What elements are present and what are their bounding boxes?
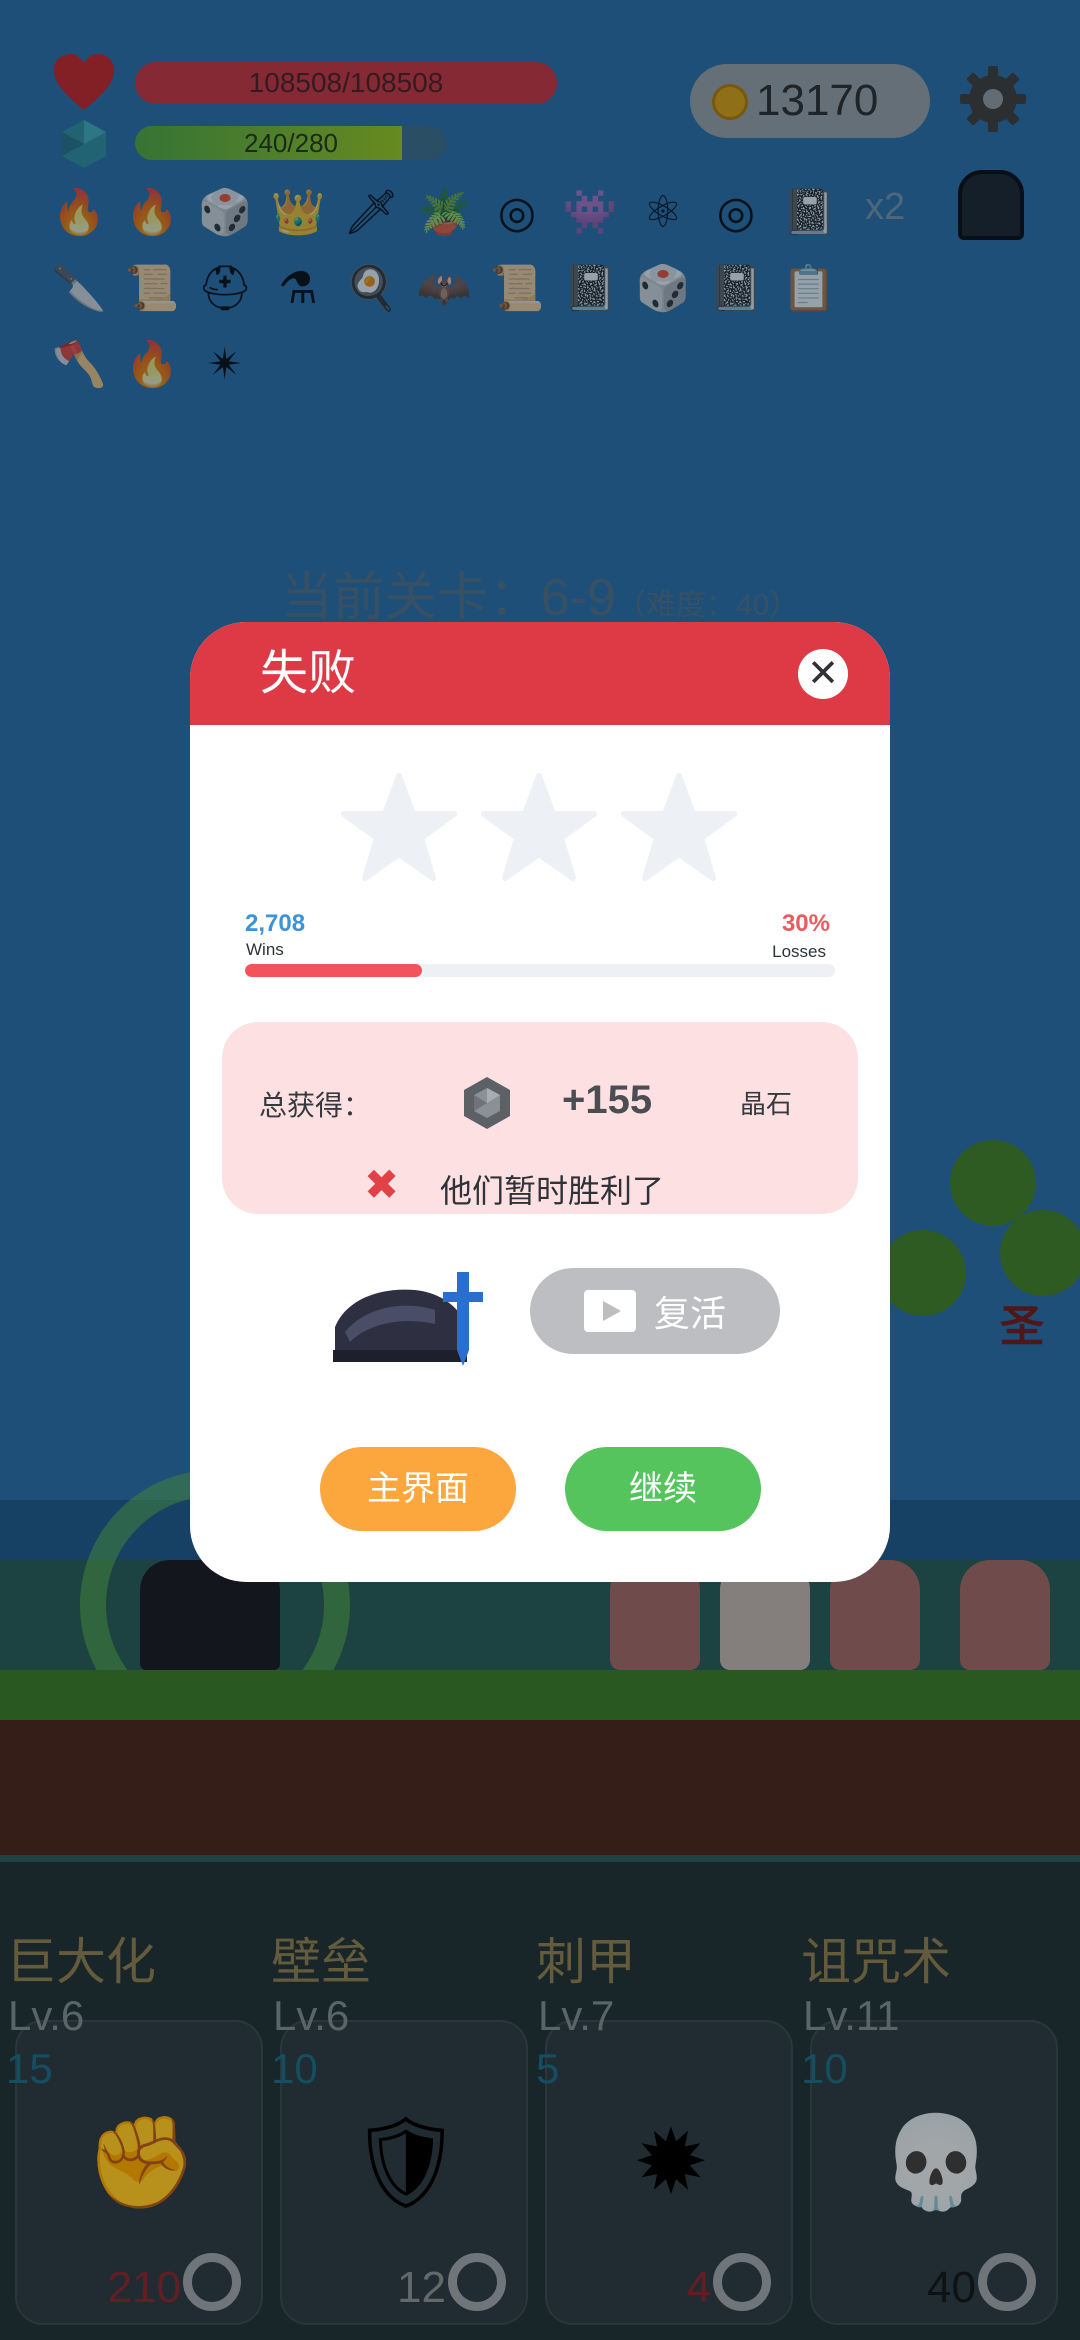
star-rating	[340, 772, 740, 882]
wins-value: 2,708	[245, 910, 306, 937]
wins-label: Wins	[246, 940, 284, 959]
star-icon	[341, 773, 457, 881]
star-icon	[481, 773, 597, 881]
crystal-gem-icon	[464, 1077, 510, 1129]
losses-label: Losses	[772, 942, 826, 961]
dialog-header: 失败 ✕	[190, 622, 890, 725]
reward-label: 总获得：	[259, 1090, 372, 1121]
win-loss-progress	[245, 964, 835, 977]
loss-progress-fill	[245, 964, 422, 977]
video-ad-icon	[583, 1290, 636, 1332]
revive-button[interactable]: 复活	[530, 1268, 780, 1354]
reward-amount: +155	[562, 1078, 653, 1122]
fail-message: 他们暂时胜利了	[440, 1173, 665, 1209]
continue-button[interactable]: 继续	[565, 1447, 761, 1531]
reward-unit: 晶石	[740, 1089, 793, 1119]
reward-panel: 总获得： +155 晶石 ✖ 他们暂时胜利了	[222, 1022, 858, 1214]
revive-label: 复活	[653, 1293, 726, 1334]
fail-cross-icon: ✖	[364, 1161, 400, 1208]
defeat-dialog: 失败 ✕ 2,708 Wins 30% Losses 总获得： +155 晶石 …	[190, 622, 890, 1582]
dialog-title: 失败	[260, 647, 357, 700]
star-icon	[621, 773, 737, 881]
close-icon[interactable]: ✕	[798, 649, 848, 699]
dark-helmet-icon	[333, 1272, 483, 1366]
losses-value: 30%	[781, 910, 830, 937]
home-button[interactable]: 主界面	[320, 1447, 516, 1531]
